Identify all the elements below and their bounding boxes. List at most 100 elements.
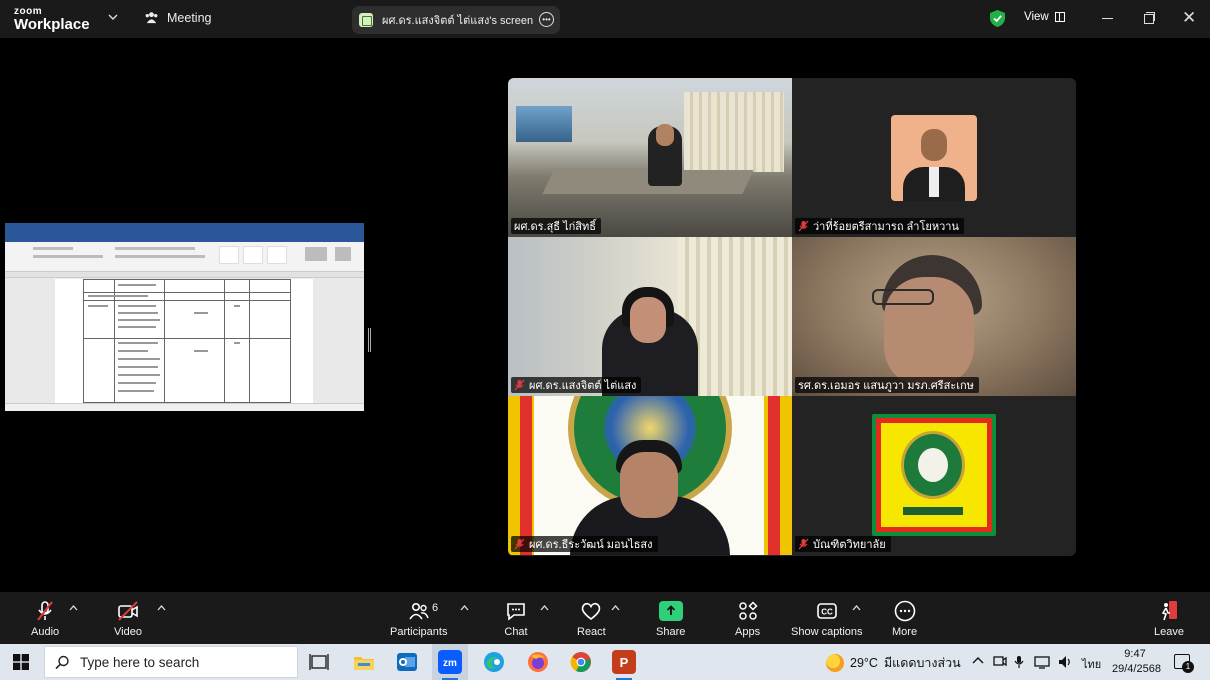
notification-center-icon[interactable]: 1 [1174, 654, 1194, 673]
windows-start-icon[interactable] [13, 654, 29, 670]
zoom-app-icon[interactable]: zm [438, 650, 462, 680]
leave-label: Leave [1154, 626, 1184, 638]
edge-browser-icon[interactable] [482, 650, 506, 674]
security-shield-icon[interactable] [989, 9, 1006, 28]
participant-name-tag: รศ.ดร.เอมอร แสนภูวา มรภ.ศรีสะเกษ [795, 377, 979, 393]
participant-name: ผศ.ดร.สุธี ไก่สิทธิ์ [514, 221, 596, 233]
zoom-meeting-window: zoom Workplace Meeting ผศ.ดร.แสงจิตต์ ไต… [0, 0, 1210, 680]
show-hidden-icons-caret-icon[interactable] [972, 655, 984, 667]
meeting-controls-bar: Audio Video Participants 6 Chat React Sh… [0, 592, 1210, 644]
apps-button[interactable]: Apps [735, 599, 760, 638]
spreadsheet-icon [359, 13, 373, 27]
meeting-info-button[interactable]: Meeting [144, 10, 211, 25]
participant-name: ว่าที่ร้อยตรีสามารถ ลำโยหวาน [813, 221, 959, 233]
more-options-icon[interactable]: ••• [539, 12, 554, 27]
network-icon[interactable] [1034, 655, 1050, 669]
audio-options-caret-icon[interactable] [69, 605, 78, 611]
participant-tile[interactable]: ว่าที่ร้อยตรีสามารถ ลำโยหวาน [792, 78, 1076, 237]
participants-options-caret-icon[interactable] [460, 605, 469, 611]
apps-label: Apps [735, 626, 761, 638]
powerpoint-icon[interactable]: P [612, 650, 636, 680]
share-label: Share [656, 626, 686, 638]
svg-text:CC: CC [821, 608, 833, 617]
react-options-caret-icon[interactable] [611, 605, 620, 611]
search-icon [55, 655, 69, 669]
zoom-workplace-logo[interactable]: zoom Workplace [14, 6, 90, 32]
word-ribbon [5, 242, 364, 272]
input-language[interactable]: ไทย [1082, 655, 1101, 673]
document-table [83, 279, 291, 403]
task-view-icon[interactable] [307, 650, 331, 674]
word-ruler [5, 272, 364, 278]
weather-description: มีแดดบางส่วน [883, 656, 961, 670]
screen-share-indicator[interactable]: ผศ.ดร.แสงจิตต์ ไต่แสง's screen ••• [352, 6, 560, 34]
close-button[interactable]: ✕ [1182, 9, 1196, 26]
participant-name: ผศ.ดร.แสงจิตต์ ไต่แสง [529, 380, 637, 392]
search-placeholder: Type here to search [80, 654, 200, 670]
taskbar-search-input[interactable]: Type here to search [44, 646, 298, 678]
share-owner-label: ผศ.ดร.แสงจิตต์ ไต่แสง's screen [382, 15, 534, 27]
react-button[interactable]: React [577, 599, 606, 638]
svg-text:zm: zm [443, 658, 457, 669]
participants-count: 6 [432, 602, 439, 614]
document-page [55, 279, 313, 403]
closed-captions-icon: CC [816, 603, 837, 619]
participant-name-tag: บัณฑิตวิทยาลัย [795, 536, 891, 552]
participant-tile[interactable]: ผศ.ดร.สุธี ไก่สิทธิ์ [508, 78, 792, 237]
notification-count: 1 [1182, 661, 1194, 673]
more-button[interactable]: More [892, 599, 917, 638]
more-icon [894, 600, 915, 622]
restore-button[interactable] [1143, 11, 1157, 25]
audio-label: Audio [31, 626, 60, 638]
video-off-icon [118, 601, 138, 621]
participant-name-tag: ว่าที่ร้อยตรีสามารถ ลำโยหวาน [795, 218, 964, 234]
participant-tile[interactable]: ผศ.ดร.ธีระวัฒน์ มอนไธสง [508, 396, 792, 555]
muted-mic-icon [514, 538, 525, 550]
weather-widget[interactable]: 29°C มีแดดบางส่วน [826, 653, 961, 673]
graduate-school-logo-icon [872, 414, 996, 536]
captions-options-caret-icon[interactable] [852, 605, 861, 611]
share-arrow-icon [658, 601, 683, 621]
video-button[interactable]: Video [114, 599, 142, 638]
split-view-resize-handle[interactable] [368, 328, 371, 352]
participant-name-tag: ผศ.ดร.ธีระวัฒน์ มอนไธสง [511, 536, 658, 552]
captions-label: Show captions [791, 626, 863, 638]
more-label: More [892, 626, 918, 638]
windows-taskbar: Type here to search zm P 29°C มีแดดบางส่… [0, 644, 1210, 680]
firefox-icon[interactable] [526, 650, 550, 674]
share-screen-button[interactable]: Share [656, 599, 685, 638]
audio-button[interactable]: Audio [31, 599, 59, 638]
microphone-tray-icon[interactable] [1013, 655, 1025, 669]
video-options-caret-icon[interactable] [157, 605, 166, 611]
participant-tile[interactable]: ผศ.ดร.แสงจิตต์ ไต่แสง [508, 237, 792, 396]
chat-button[interactable]: Chat [504, 599, 528, 638]
people-icon [145, 12, 158, 24]
svg-text:P: P [620, 655, 629, 670]
shared-screen[interactable] [5, 223, 364, 411]
chat-options-caret-icon[interactable] [540, 605, 549, 611]
leave-button[interactable]: Leave [1154, 599, 1184, 638]
participant-tile[interactable]: บัณฑิตวิทยาลัย [792, 396, 1076, 555]
clock-date: 29/4/2568 [1112, 663, 1161, 675]
view-button[interactable]: View [1024, 11, 1065, 23]
participants-button[interactable]: Participants [390, 599, 447, 638]
video-label: Video [114, 626, 142, 638]
participant-tile-active-speaker[interactable]: รศ.ดร.เอมอร แสนภูวา มรภ.ศรีสะเกษ [792, 237, 1076, 396]
word-title-bar [5, 223, 364, 234]
taskbar-clock[interactable]: 9:47 29/4/2568 [1112, 647, 1161, 677]
participant-name: บัณฑิตวิทยาลัย [813, 539, 886, 551]
leave-door-icon [1161, 601, 1177, 621]
file-explorer-icon[interactable] [352, 650, 376, 674]
chevron-down-icon[interactable] [108, 12, 118, 22]
outlook-icon[interactable] [395, 650, 419, 674]
meet-now-icon[interactable] [993, 655, 1007, 669]
minimize-button[interactable] [1101, 11, 1115, 25]
title-bar: zoom Workplace Meeting ผศ.ดร.แสงจิตต์ ไต… [0, 0, 1210, 38]
chat-icon [507, 603, 525, 621]
react-label: React [577, 626, 606, 638]
volume-icon[interactable] [1058, 655, 1072, 669]
chrome-icon[interactable] [569, 650, 593, 674]
word-status-bar [5, 403, 364, 411]
heart-icon [582, 602, 601, 621]
participant-name-tag: ผศ.ดร.แสงจิตต์ ไต่แสง [511, 377, 642, 393]
